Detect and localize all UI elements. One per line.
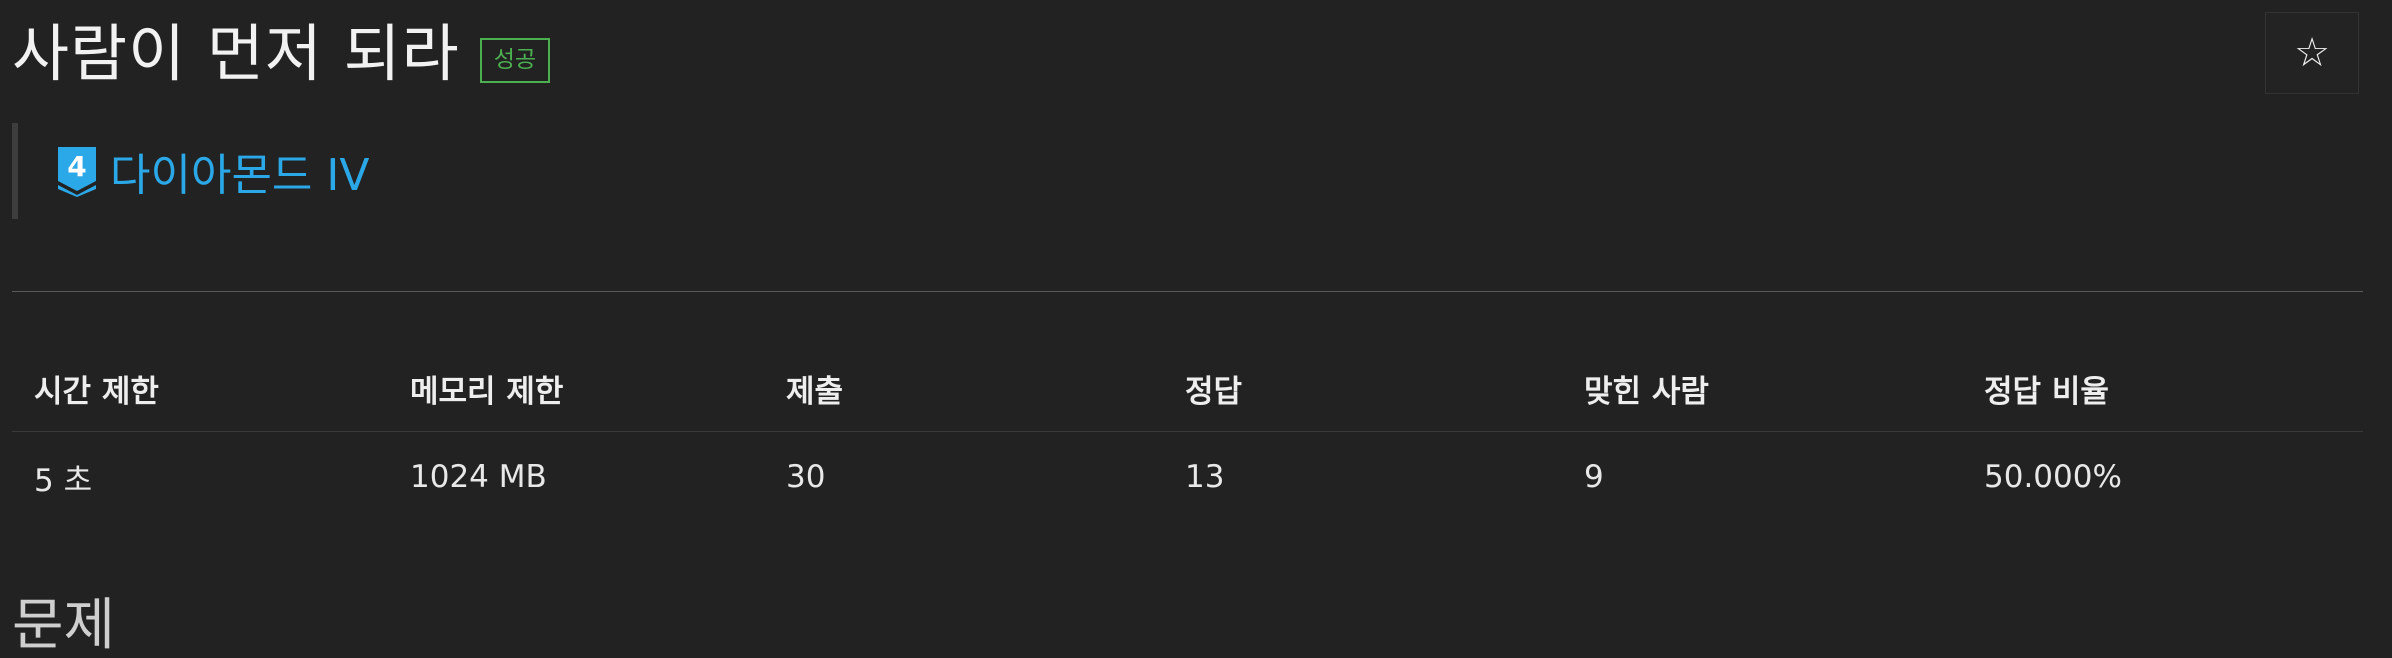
status-badge: 성공 [479,37,551,83]
section-title-problem: 문제 [12,593,116,658]
value-accuracy: 50.000% [1984,459,2122,495]
tier-info: 4 다이아몬드 IV [12,123,369,219]
problem-title: 사람이 먼저 되라 [12,17,460,90]
header-memory-limit: 메모리 제한 [410,374,564,410]
value-memory-limit: 1024 MB [410,459,547,495]
tier-number: 4 [67,150,86,183]
header-submissions: 제출 [786,374,844,410]
star-icon: ☆ [2294,30,2330,76]
value-solved-users[interactable]: 9 [1562,459,1962,495]
header-accepted: 정답 [1185,374,1243,410]
value-submissions[interactable]: 30 [764,459,1163,495]
problem-header: 사람이 먼저 되라 성공 [12,14,551,94]
header-solved-users: 맞힌 사람 [1584,374,1709,410]
diamond-tier-icon: 4 [58,147,96,197]
divider [12,291,2363,292]
favorite-button[interactable]: ☆ [2265,12,2359,94]
tier-label[interactable]: 다이아몬드 IV [110,139,369,203]
header-time-limit: 시간 제한 [34,374,159,410]
table-row: 5 초 1024 MB 30 13 9 50.000% [12,432,2363,522]
header-accuracy: 정답 비율 [1984,374,2109,410]
problem-info-table: 시간 제한 메모리 제한 제출 정답 맞힌 사람 정답 비율 5 초 1024 … [12,346,2363,522]
table-header-row: 시간 제한 메모리 제한 제출 정답 맞힌 사람 정답 비율 [12,346,2363,432]
value-accepted[interactable]: 13 [1163,459,1562,495]
value-time-limit: 5 초 [34,462,93,499]
